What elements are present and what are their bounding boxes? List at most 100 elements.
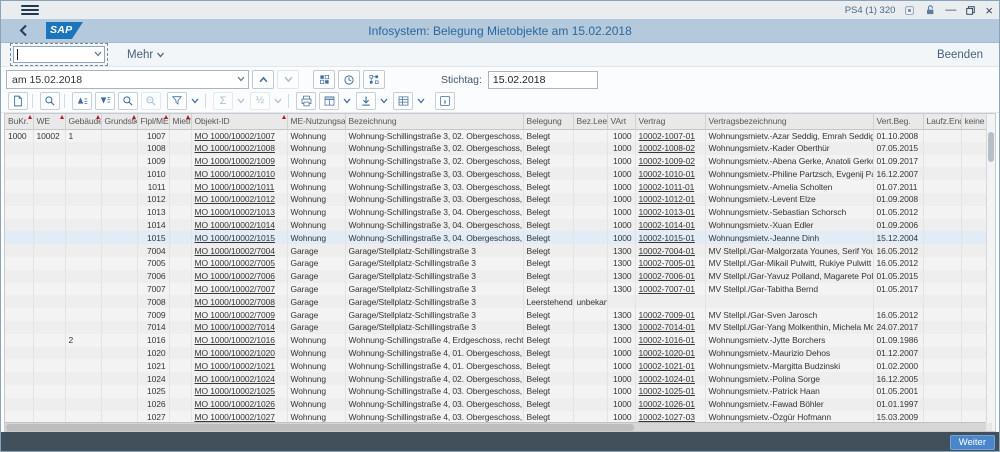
vertical-scrollbar-thumb[interactable]: [988, 132, 994, 162]
objekt-id-link[interactable]: MO 1000/10002/1020: [195, 348, 275, 358]
table-row[interactable]: 7004MO 1000/10002/7004GarageGarage/Stell…: [5, 244, 991, 257]
table-row[interactable]: 1024MO 1000/10002/1024WohnungWohnung-Sch…: [5, 372, 991, 385]
stichtag-date-field[interactable]: [488, 71, 598, 89]
choose-detail-button[interactable]: [40, 92, 60, 110]
table-row[interactable]: 10001000211007MO 1000/10002/1007WohnungW…: [5, 129, 991, 142]
total-button[interactable]: Σ: [213, 92, 233, 110]
vertrag-link[interactable]: 10002-1007-01: [639, 131, 695, 141]
column-header[interactable]: Belegung: [523, 114, 573, 129]
objekt-id-link[interactable]: MO 1000/10002/1026: [195, 399, 275, 409]
time-selection-button[interactable]: [338, 70, 360, 89]
table-row[interactable]: 1012MO 1000/10002/1012WohnungWohnung-Sch…: [5, 193, 991, 206]
lock-open-icon[interactable]: [924, 4, 936, 16]
objekt-id-link[interactable]: MO 1000/10002/7004: [195, 246, 275, 256]
vertrag-link[interactable]: 10002-1012-01: [639, 194, 695, 204]
objekt-id-link[interactable]: MO 1000/10002/1012: [195, 194, 275, 204]
table-row[interactable]: 1014MO 1000/10002/1014WohnungWohnung-Sch…: [5, 219, 991, 232]
objekt-id-link[interactable]: MO 1000/10002/1011: [195, 182, 275, 192]
vertrag-link[interactable]: 10002-7014-01: [639, 322, 695, 332]
column-header[interactable]: Grundstk.: [101, 114, 137, 129]
table-row[interactable]: 1013MO 1000/10002/1013WohnungWohnung-Sch…: [5, 206, 991, 219]
vertrag-link[interactable]: 10002-7007-01: [639, 284, 695, 294]
vertical-scrollbar[interactable]: [986, 114, 995, 422]
table-row[interactable]: 1021MO 1000/10002/1021WohnungWohnung-Sch…: [5, 359, 991, 372]
objekt-id-link[interactable]: MO 1000/10002/1009: [195, 156, 275, 166]
views-menu-button[interactable]: [340, 92, 353, 110]
filter-button[interactable]: [167, 92, 187, 110]
previous-entry-button[interactable]: [252, 70, 274, 89]
column-header[interactable]: VArt: [607, 114, 635, 129]
vertrag-link[interactable]: 10002-1016-01: [639, 335, 695, 345]
vertrag-link[interactable]: 10002-1020-01: [639, 348, 695, 358]
column-header[interactable]: Bezeichnung: [345, 114, 523, 129]
table-row[interactable]: 7014MO 1000/10002/7014GarageGarage/Stell…: [5, 321, 991, 334]
objekt-id-link[interactable]: MO 1000/10002/1013: [195, 207, 275, 217]
filter-menu-button[interactable]: [188, 92, 201, 110]
table-row[interactable]: 7005MO 1000/10002/7005GarageGarage/Stell…: [5, 257, 991, 270]
table-row[interactable]: 1010MO 1000/10002/1010WohnungWohnung-Sch…: [5, 167, 991, 180]
objekt-id-link[interactable]: MO 1000/10002/7014: [195, 322, 275, 332]
table-row[interactable]: 1026MO 1000/10002/1026WohnungWohnung-Sch…: [5, 398, 991, 411]
objekt-id-link[interactable]: MO 1000/10002/1014: [195, 220, 275, 230]
vertrag-link[interactable]: 10002-1009-02: [639, 156, 695, 166]
column-header[interactable]: Bez.LeerGr: [573, 114, 607, 129]
objekt-id-link[interactable]: MO 1000/10002/1008: [195, 143, 275, 153]
horizontal-scrollbar-thumb[interactable]: [6, 424, 634, 431]
vertrag-link[interactable]: 10002-1015-01: [639, 233, 695, 243]
vertrag-link[interactable]: 10002-7009-01: [639, 310, 695, 320]
table-row[interactable]: 7009MO 1000/10002/7009GarageGarage/Stell…: [5, 308, 991, 321]
column-header[interactable]: Vertragsbezeichnung: [705, 114, 873, 129]
minimize-icon[interactable]: —: [945, 5, 956, 16]
table-row[interactable]: 1015MO 1000/10002/1015WohnungWohnung-Sch…: [5, 231, 991, 244]
vertrag-link[interactable]: 10002-1024-01: [639, 374, 695, 384]
vertrag-link[interactable]: 10002-1010-01: [639, 169, 695, 179]
exit-button[interactable]: Beenden: [937, 49, 983, 61]
continue-button[interactable]: Weiter: [950, 435, 995, 450]
objekt-id-link[interactable]: MO 1000/10002/7009: [195, 310, 275, 320]
column-header[interactable]: Laufz.Ende: [923, 114, 961, 129]
sort-ascending-button[interactable]: [72, 92, 92, 110]
vertrag-link[interactable]: 10002-7006-01: [639, 271, 695, 281]
total-menu-button[interactable]: [234, 92, 247, 110]
sort-descending-button[interactable]: [95, 92, 115, 110]
details-button[interactable]: [8, 92, 28, 110]
vertrag-link[interactable]: 10002-1025-01: [639, 386, 695, 396]
table-row[interactable]: 21016MO 1000/10002/1016WohnungWohnung-Sc…: [5, 334, 991, 347]
print-button[interactable]: [296, 92, 316, 110]
table-row[interactable]: 7008MO 1000/10002/7008GarageGarage/Stell…: [5, 295, 991, 308]
vertrag-link[interactable]: 10002-1011-01: [639, 182, 695, 192]
hamburger-menu-icon[interactable]: [21, 3, 39, 17]
selection-options-button[interactable]: [363, 70, 385, 89]
next-entry-button[interactable]: [277, 70, 299, 89]
objekt-id-link[interactable]: MO 1000/10002/1024: [195, 374, 275, 384]
objekt-id-link[interactable]: MO 1000/10002/1025: [195, 386, 275, 396]
vertrag-link[interactable]: 10002-1008-02: [639, 143, 695, 153]
table-row[interactable]: 1020MO 1000/10002/1020WohnungWohnung-Sch…: [5, 347, 991, 360]
horizontal-scrollbar[interactable]: [5, 422, 986, 431]
table-row[interactable]: 1011MO 1000/10002/1011WohnungWohnung-Sch…: [5, 180, 991, 193]
date-variant-combobox[interactable]: am 15.02.2018: [6, 70, 249, 89]
multiple-selection-button[interactable]: [313, 70, 335, 89]
chevron-down-icon[interactable]: [94, 51, 102, 57]
objekt-id-link[interactable]: MO 1000/10002/1007: [195, 131, 275, 141]
column-header[interactable]: Objekt-ID: [191, 114, 287, 129]
column-header[interactable]: WE: [33, 114, 65, 129]
layout-button[interactable]: [393, 92, 413, 110]
close-icon[interactable]: ×: [985, 5, 993, 16]
export-button[interactable]: [356, 92, 376, 110]
column-header[interactable]: Flpl/ME: [137, 114, 169, 129]
vertrag-link[interactable]: 10002-7004-01: [639, 246, 695, 256]
column-header[interactable]: Mietfl.: [169, 114, 191, 129]
objekt-id-link[interactable]: MO 1000/10002/1027: [195, 412, 275, 422]
find-next-button[interactable]: [141, 92, 161, 110]
chevron-down-icon[interactable]: [237, 76, 245, 82]
table-row[interactable]: 1009MO 1000/10002/1009WohnungWohnung-Sch…: [5, 155, 991, 168]
table-row[interactable]: 1025MO 1000/10002/1025WohnungWohnung-Sch…: [5, 385, 991, 398]
vertrag-link[interactable]: 10002-1027-03: [639, 412, 695, 422]
objekt-id-link[interactable]: MO 1000/10002/7008: [195, 297, 275, 307]
table-row[interactable]: 1008MO 1000/10002/1008WohnungWohnung-Sch…: [5, 142, 991, 155]
objekt-id-link[interactable]: MO 1000/10002/1016: [195, 335, 275, 345]
layout-menu-button[interactable]: [414, 92, 427, 110]
vertrag-link[interactable]: 10002-1026-01: [639, 399, 695, 409]
vertrag-link[interactable]: 10002-1013-01: [639, 207, 695, 217]
